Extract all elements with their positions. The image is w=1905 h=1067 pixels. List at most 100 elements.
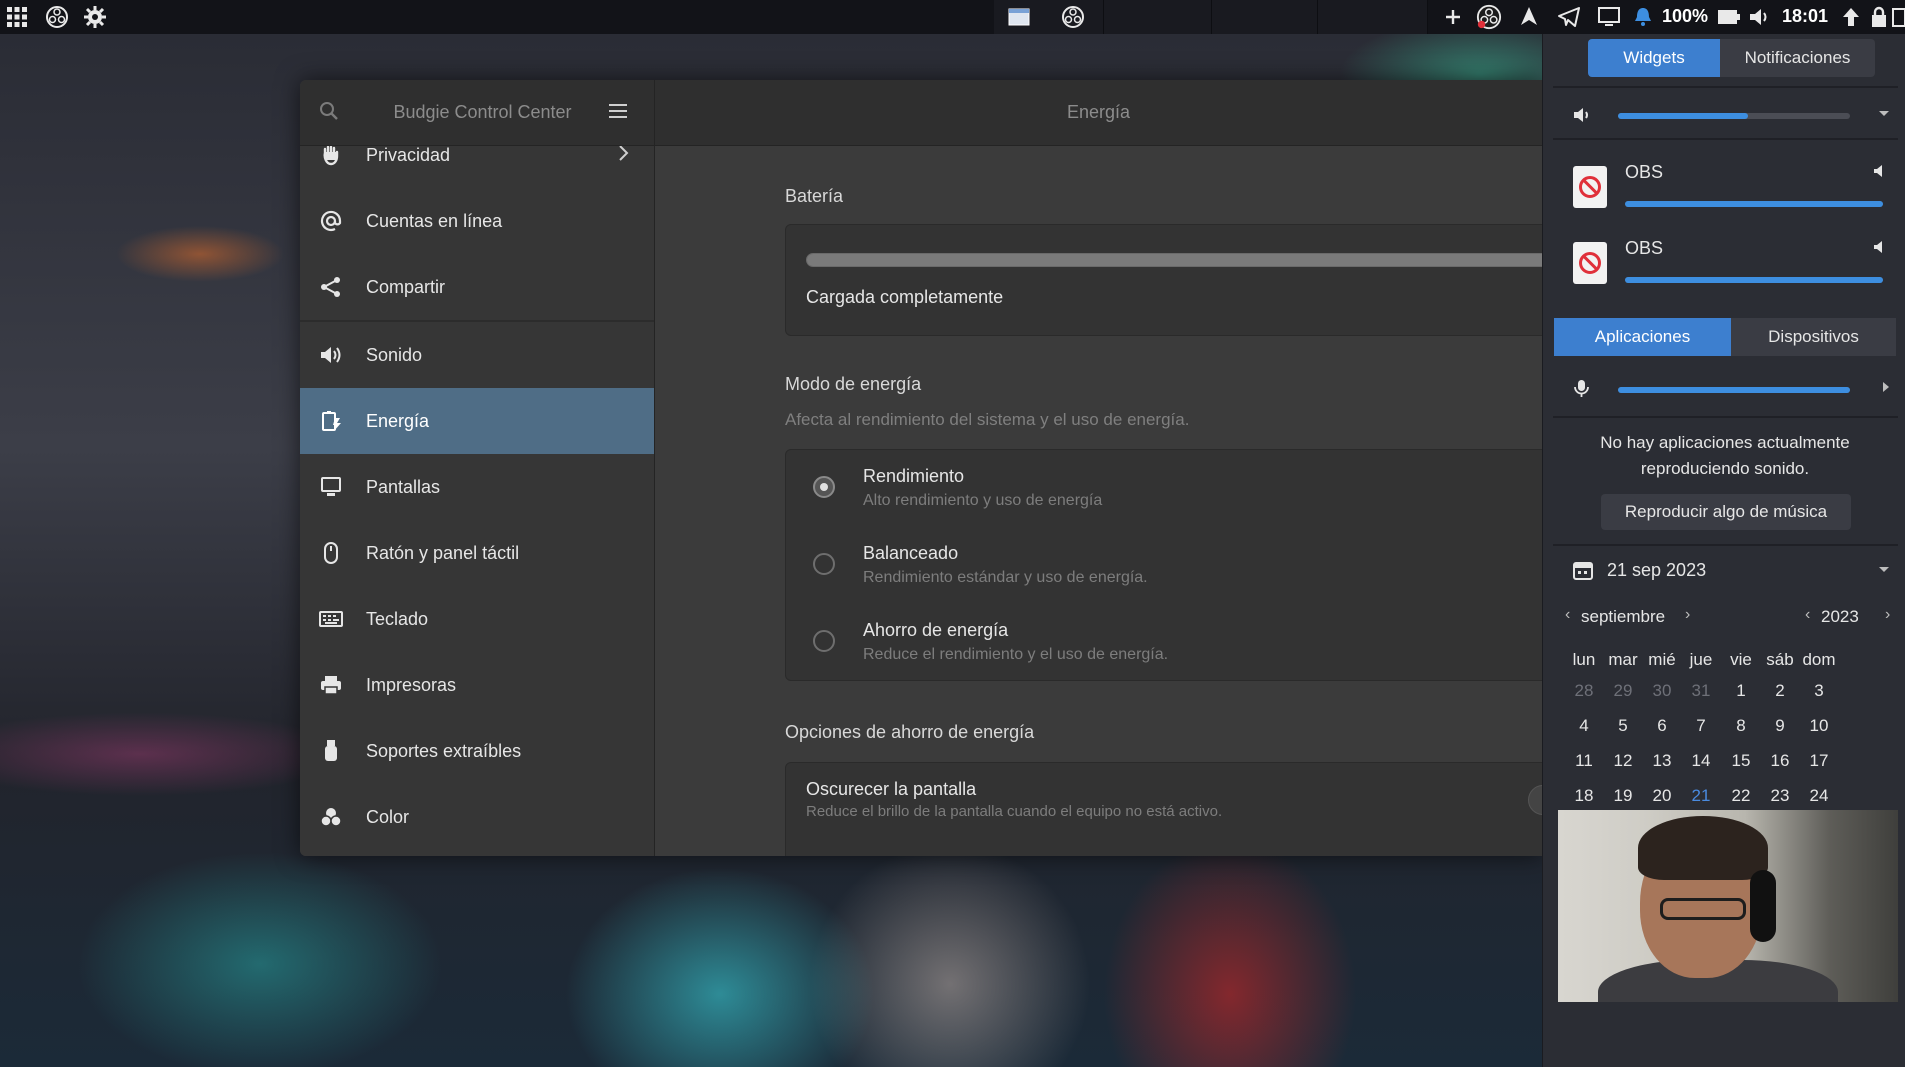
tab-aplicaciones[interactable]: Aplicaciones (1554, 318, 1731, 356)
sidebar-item-cuentas[interactable]: Cuentas en línea (300, 188, 654, 254)
sidebar-item-label: Cuentas en línea (366, 210, 503, 231)
master-volume-slider[interactable] (1618, 113, 1850, 119)
mode-desc: Alto rendimiento y uso de energía (863, 492, 1103, 509)
notification-bell-icon[interactable] (1630, 4, 1656, 30)
app-icon[interactable] (1516, 4, 1542, 30)
power-mode-option-rendimiento[interactable]: Rendimiento Alto rendimiento y uso de en… (786, 450, 1542, 526)
mic-volume-slider[interactable] (1618, 387, 1850, 393)
master-volume-fill (1618, 113, 1748, 119)
hand-icon (318, 146, 344, 168)
sidebar-item-sonido[interactable]: Sonido (300, 322, 654, 388)
sidebar-item-compartir[interactable]: Compartir (300, 254, 654, 320)
taskbar-slot-empty[interactable] (1212, 0, 1318, 34)
sidebar-item-label: Compartir (366, 276, 446, 297)
sidebar-item-energia[interactable]: Energía (300, 388, 654, 454)
dim-screen-desc: Reduce el brillo de la pantalla cuando e… (806, 803, 1223, 820)
obs-icon[interactable] (44, 4, 70, 30)
mode-desc: Rendimiento estándar y uso de energía. (863, 569, 1148, 586)
sidebar-item-teclado[interactable]: Teclado (300, 586, 654, 652)
chevron-down-icon[interactable] (1877, 562, 1891, 581)
calendar-day[interactable]: 3 (1795, 681, 1843, 701)
stream-volume-slider[interactable] (1625, 277, 1883, 283)
webcam-person-hair (1638, 816, 1768, 880)
sidebar-item-color[interactable]: Color (300, 784, 654, 850)
calendar-day[interactable]: 10 (1795, 716, 1843, 736)
page-title: Energía (1066, 102, 1131, 122)
separator (1553, 138, 1898, 140)
usb-icon (318, 738, 344, 764)
webcam-person-glasses (1660, 898, 1746, 920)
webcam-person-headset (1750, 870, 1776, 942)
separator (1553, 416, 1898, 418)
hamburger-menu-icon[interactable] (606, 100, 630, 124)
chevron-right-icon (617, 146, 629, 168)
tab-widgets[interactable]: Widgets (1588, 39, 1720, 77)
sidebar-item-soportes[interactable]: Soportes extraíbles (300, 718, 654, 784)
power-mode-option-ahorro[interactable]: Ahorro de energía Reduce el rendimiento … (786, 604, 1542, 680)
microphone-icon[interactable] (1572, 378, 1592, 403)
prev-month-icon[interactable]: ‹ (1565, 606, 1570, 624)
display-icon[interactable] (1596, 4, 1622, 30)
speaker-icon (318, 342, 344, 368)
printer-icon (318, 672, 344, 698)
prev-year-icon[interactable]: ‹ (1805, 606, 1810, 624)
radio-button[interactable] (813, 630, 835, 652)
clock[interactable]: 18:01 (1782, 6, 1828, 27)
app-title: Budgie Control Center (393, 102, 572, 122)
tab-notificaciones[interactable]: Notificaciones (1720, 39, 1875, 77)
battery-icon[interactable] (1716, 4, 1742, 30)
dim-screen-card[interactable]: Oscurecer la pantalla Reduce el brillo d… (785, 762, 1542, 856)
chevron-down-icon[interactable] (1877, 106, 1891, 125)
stream-name: OBS (1625, 162, 1664, 182)
calendar-day[interactable]: 17 (1795, 751, 1843, 771)
sidebar-item-impresoras[interactable]: Impresoras (300, 652, 654, 718)
mode-title: Ahorro de energía (863, 620, 1009, 640)
power-mode-title: Modo de energía (785, 374, 922, 394)
window-icon[interactable] (1006, 4, 1032, 30)
volume-icon[interactable] (1873, 164, 1887, 183)
taskbar-slot-empty[interactable] (1318, 0, 1428, 34)
next-month-icon[interactable]: › (1685, 606, 1690, 624)
calendar-weekday: dom (1802, 650, 1836, 669)
plus-icon[interactable] (1440, 4, 1466, 30)
mode-title: Balanceado (863, 543, 959, 563)
energy-page: Batería Cargada completamente Modo de en… (655, 146, 1542, 856)
sidebar-item-pantallas[interactable]: Pantallas (300, 454, 654, 520)
battery-percent[interactable]: 100% (1662, 6, 1708, 27)
power-mode-option-balanceado[interactable]: Balanceado Rendimiento estándar y uso de… (786, 527, 1542, 603)
radio-button[interactable] (813, 553, 835, 575)
volume-icon[interactable] (1746, 4, 1772, 30)
sidebar-item-label: Energía (366, 410, 430, 431)
play-music-button[interactable]: Reproducir algo de música (1601, 494, 1851, 530)
calendar-day[interactable]: 24 (1795, 786, 1843, 806)
settings-gear-icon[interactable] (82, 4, 108, 30)
radio-button[interactable] (813, 476, 835, 498)
sidebar-item-privacidad[interactable]: Privacidad (300, 146, 654, 188)
calendar-year: 2023 (1821, 607, 1859, 626)
separator (1553, 544, 1898, 546)
power-icon[interactable] (1886, 4, 1905, 30)
battery-status: Cargada completamente (806, 287, 1004, 307)
sidebar-item-raton[interactable]: Ratón y panel táctil (300, 520, 654, 586)
obs-icon[interactable] (1060, 4, 1086, 30)
raven-panel: Widgets Notificaciones OBS OBS Aplicacio… (1542, 34, 1905, 1067)
color-icon (318, 804, 344, 830)
obs-recording-icon[interactable] (1476, 4, 1502, 30)
obs-app-icon (1573, 242, 1607, 284)
telegram-icon[interactable] (1556, 4, 1582, 30)
sidebar-item-label: Soportes extraíbles (366, 740, 522, 761)
stream-volume-slider[interactable] (1625, 201, 1883, 207)
next-year-icon[interactable]: › (1885, 606, 1890, 624)
upload-icon[interactable] (1838, 4, 1864, 30)
calendar-date-label[interactable]: 21 sep 2023 (1607, 560, 1706, 581)
dim-screen-toggle[interactable] (1528, 785, 1542, 815)
taskbar-slot-empty[interactable] (1104, 0, 1212, 34)
volume-icon[interactable] (1873, 240, 1887, 259)
mode-desc: Reduce el rendimiento y el uso de energí… (863, 646, 1169, 663)
chevron-right-icon[interactable] (1880, 380, 1892, 399)
apps-grid-icon[interactable] (4, 4, 30, 30)
control-center-window: Budgie Control Center Energía Privacidad… (300, 80, 1542, 856)
tab-dispositivos[interactable]: Dispositivos (1731, 318, 1896, 356)
stream-volume-fill (1625, 201, 1883, 207)
volume-icon[interactable] (1572, 106, 1592, 129)
